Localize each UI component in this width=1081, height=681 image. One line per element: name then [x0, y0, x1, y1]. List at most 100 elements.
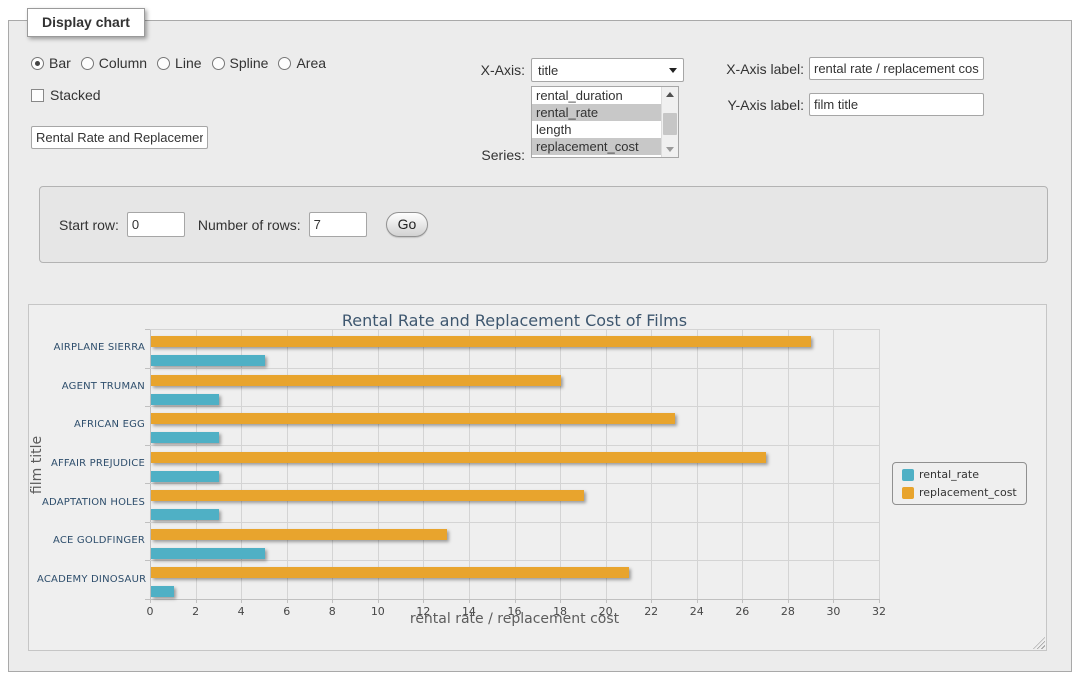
num-rows-input[interactable] — [309, 212, 367, 237]
stacked-checkbox[interactable] — [31, 89, 44, 102]
legend-label: replacement_cost — [919, 486, 1017, 499]
series-option[interactable]: length — [532, 121, 661, 138]
bar-rental_rate[interactable] — [151, 548, 265, 559]
chevron-down-icon — [669, 68, 677, 73]
series-listbox[interactable]: rental_durationrental_ratelengthreplacem… — [531, 86, 679, 158]
num-rows-label: Number of rows: — [198, 217, 301, 233]
legend-swatch — [902, 469, 914, 481]
triangle-up-icon — [666, 92, 674, 97]
chart-type-column[interactable]: Column — [81, 55, 147, 71]
category-label: ADAPTATION HOLES — [37, 497, 145, 508]
chart-type-option-label: Spline — [230, 55, 269, 71]
bar-rental_rate[interactable] — [151, 471, 219, 482]
x-gridline — [833, 329, 834, 599]
x-gridline — [469, 329, 470, 599]
category-label: AFRICAN EGG — [37, 419, 145, 430]
x-gridline — [423, 329, 424, 599]
display-chart-panel: Display chart BarColumnLineSplineArea St… — [8, 20, 1072, 672]
y-tick — [145, 560, 150, 561]
radio-icon[interactable] — [31, 57, 44, 70]
x-gridline — [378, 329, 379, 599]
go-button[interactable]: Go — [386, 212, 429, 237]
bar-replacement_cost[interactable] — [151, 336, 811, 347]
chart-type-option-label: Bar — [49, 55, 71, 71]
x-axis-label-input[interactable] — [809, 57, 984, 80]
x-gridline — [651, 329, 652, 599]
series-option[interactable]: rental_rate — [532, 104, 661, 121]
bar-replacement_cost[interactable] — [151, 490, 584, 501]
y-tick — [145, 599, 150, 600]
scroll-up-button[interactable] — [662, 87, 678, 102]
chart-title: Rental Rate and Replacement Cost of Film… — [150, 311, 879, 330]
chart-legend: rental_rate replacement_cost — [892, 462, 1027, 505]
x-gridline — [697, 329, 698, 599]
radio-icon[interactable] — [157, 57, 170, 70]
y-axis-label-input[interactable] — [809, 93, 984, 116]
bar-replacement_cost[interactable] — [151, 375, 561, 386]
y-gridline — [150, 368, 879, 369]
series-option[interactable]: replacement_cost — [532, 138, 661, 155]
x-gridline — [515, 329, 516, 599]
stacked-row: Stacked — [31, 87, 101, 103]
bar-replacement_cost[interactable] — [151, 413, 675, 424]
x-gridline — [742, 329, 743, 599]
y-tick — [145, 483, 150, 484]
series-select-label: Series: — [439, 147, 525, 163]
x-gridline — [788, 329, 789, 599]
stacked-label: Stacked — [50, 87, 101, 103]
radio-icon[interactable] — [278, 57, 291, 70]
bar-rental_rate[interactable] — [151, 355, 265, 366]
x-gridline — [560, 329, 561, 599]
bar-replacement_cost[interactable] — [151, 529, 447, 540]
legend-item-rental_rate[interactable]: rental_rate — [902, 468, 1017, 481]
x-tick — [879, 599, 880, 603]
bar-rental_rate[interactable] — [151, 586, 174, 597]
scroll-down-button[interactable] — [662, 142, 678, 157]
y-axis-label-label: Y-Axis label: — [681, 97, 804, 113]
x-axis-selected-value: title — [538, 63, 558, 78]
panel-title: Display chart — [27, 8, 145, 37]
chart-type-line[interactable]: Line — [157, 55, 201, 71]
start-row-input[interactable] — [127, 212, 185, 237]
y-tick — [145, 406, 150, 407]
chart-container: Rental Rate and Replacement Cost of Film… — [28, 304, 1047, 651]
chart-type-option-label: Area — [296, 55, 326, 71]
radio-icon[interactable] — [81, 57, 94, 70]
bar-rental_rate[interactable] — [151, 432, 219, 443]
chart-type-bar[interactable]: Bar — [31, 55, 71, 71]
x-gridline — [287, 329, 288, 599]
rows-panel: Start row: Number of rows: Go — [39, 186, 1048, 263]
x-gridline — [332, 329, 333, 599]
series-scrollbar[interactable] — [661, 87, 678, 157]
y-gridline — [150, 329, 879, 330]
x-axis-title: rental rate / replacement cost — [150, 611, 879, 627]
chart-type-option-label: Column — [99, 55, 147, 71]
triangle-down-icon — [666, 147, 674, 152]
y-gridline — [150, 522, 879, 523]
y-gridline — [150, 560, 879, 561]
legend-item-replacement_cost[interactable]: replacement_cost — [902, 486, 1017, 499]
legend-label: rental_rate — [919, 468, 979, 481]
y-gridline — [150, 599, 879, 600]
category-label: AGENT TRUMAN — [37, 381, 145, 392]
category-label: AIRPLANE SIERRA — [37, 342, 145, 353]
y-tick — [145, 522, 150, 523]
radio-icon[interactable] — [212, 57, 225, 70]
resize-grip-icon[interactable] — [1033, 637, 1045, 649]
bar-rental_rate[interactable] — [151, 394, 219, 405]
y-gridline — [150, 483, 879, 484]
category-label: ACE GOLDFINGER — [37, 535, 145, 546]
chart-type-spline[interactable]: Spline — [212, 55, 269, 71]
series-option[interactable]: rental_duration — [532, 87, 661, 104]
bar-rental_rate[interactable] — [151, 509, 219, 520]
x-axis-select[interactable]: title — [531, 58, 684, 82]
bar-replacement_cost[interactable] — [151, 452, 766, 463]
bar-replacement_cost[interactable] — [151, 567, 629, 578]
scrollbar-thumb[interactable] — [663, 113, 677, 135]
y-gridline — [150, 406, 879, 407]
chart-type-area[interactable]: Area — [278, 55, 326, 71]
start-row-label: Start row: — [59, 217, 119, 233]
chart-title-input[interactable] — [31, 126, 208, 149]
legend-swatch — [902, 487, 914, 499]
x-axis-select-label: X-Axis: — [439, 62, 525, 78]
